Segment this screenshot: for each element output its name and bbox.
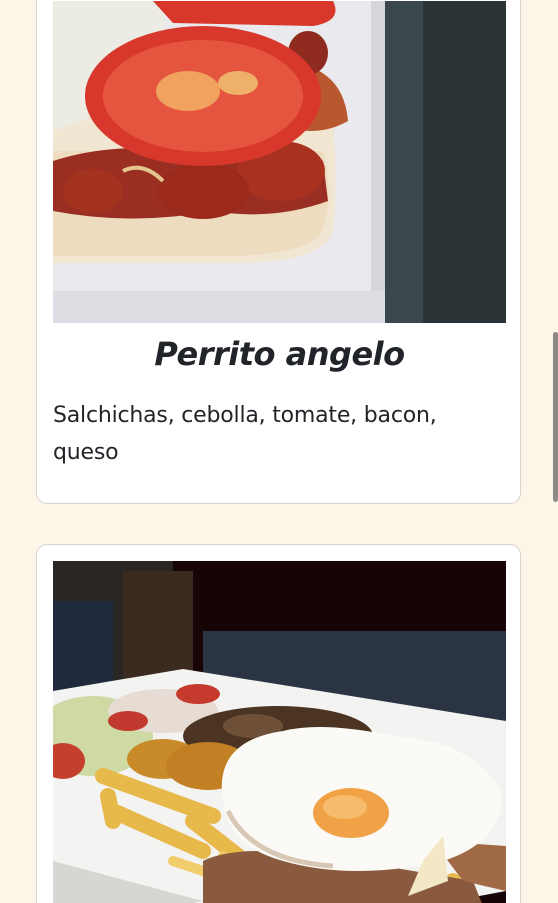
menu-item-description: Salchichas, cebolla, tomate, bacon, ques… (53, 403, 437, 465)
menu-item-card: Perrito angelo Salchichas, cebolla, toma… (36, 0, 521, 504)
scrollbar-thumb[interactable] (553, 332, 558, 502)
menu-item-card (36, 544, 521, 903)
menu-item-image (53, 1, 506, 323)
menu-item-title: Perrito angelo (154, 335, 405, 373)
menu-page: Perrito angelo Salchichas, cebolla, toma… (0, 0, 558, 903)
menu-item-image (53, 561, 506, 903)
